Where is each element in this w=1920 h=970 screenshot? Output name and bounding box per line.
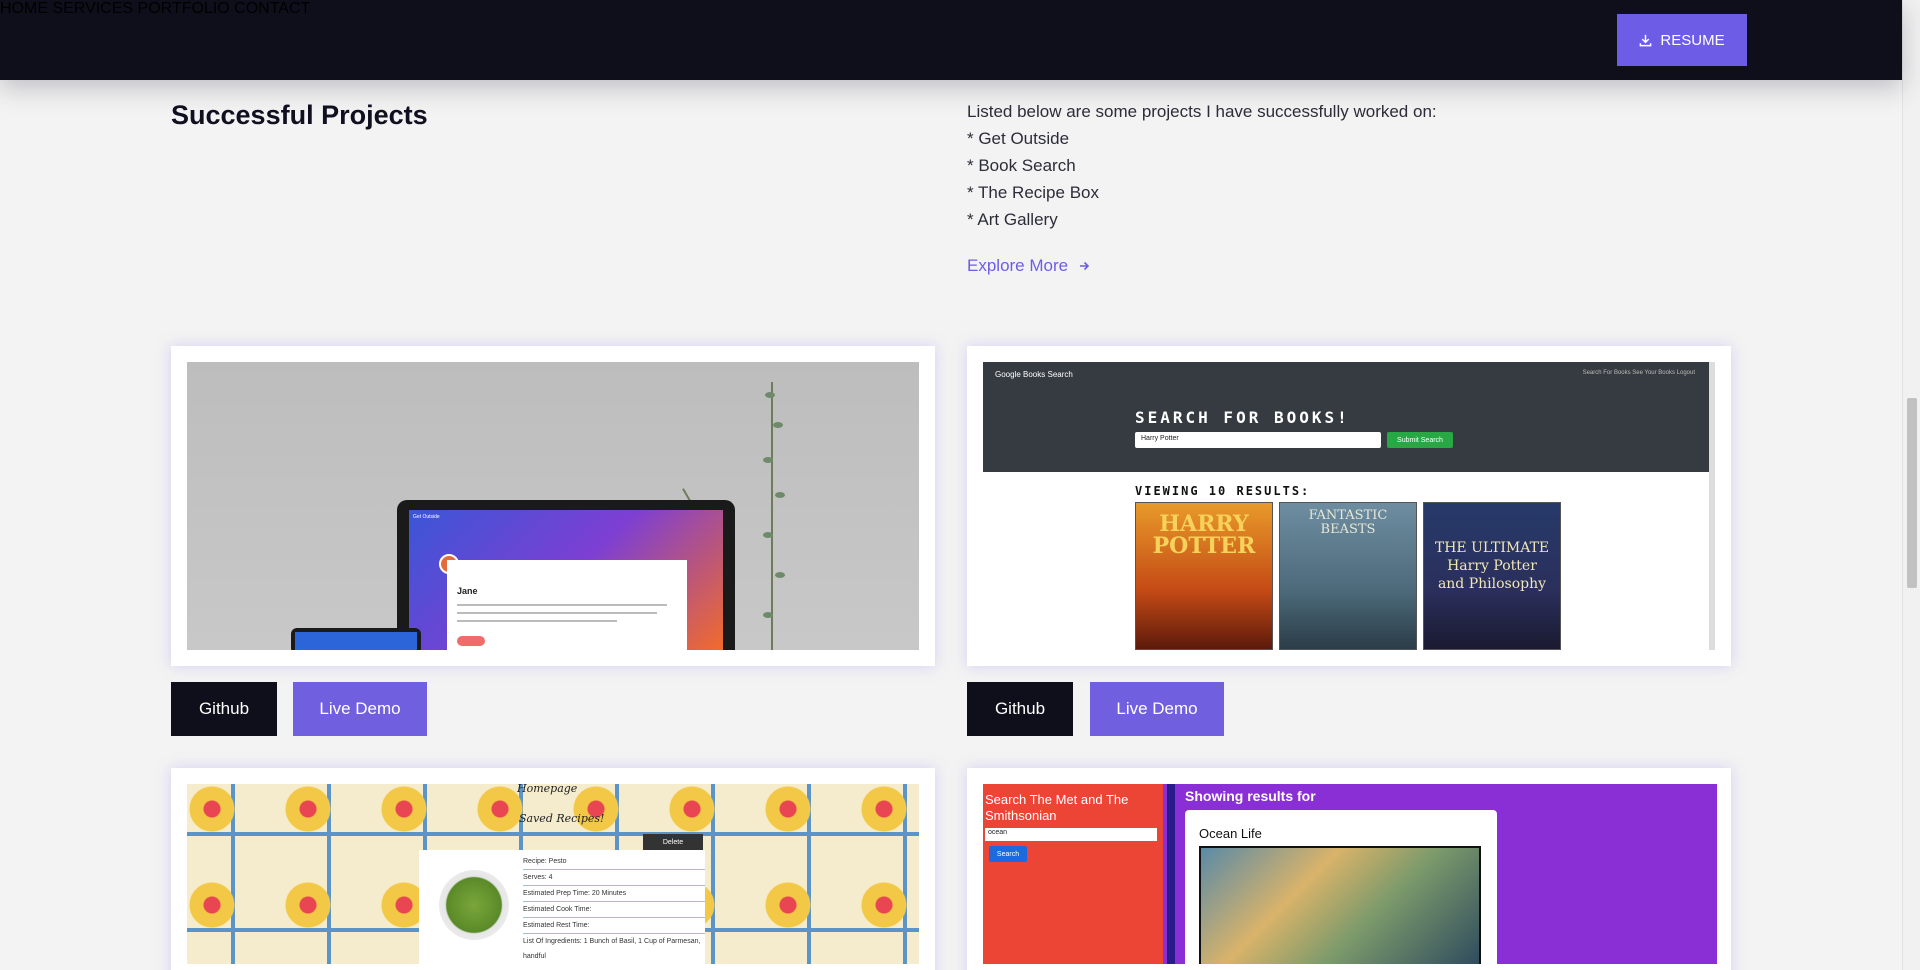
book-title: HARRY POTTER [1152,511,1256,559]
art-search-button: Search [989,846,1027,862]
post-card: Jane [447,560,687,650]
recipe-homepage-heading: Homepage [517,784,578,795]
books-title: SEARCH FOR BOOKS! [1135,408,1350,427]
top-navbar: HOME SERVICES PORTFOLIO CONTACT RESUME [0,0,1902,80]
books-submit-button: Submit Search [1387,432,1453,448]
book-cover: FANTASTIC BEASTS [1279,502,1417,650]
project-screenshot[interactable]: Homepage Saved Recipes! Delete Recipe: P… [187,784,919,964]
art-image [1199,846,1481,964]
books-search-input: Harry Potter [1135,432,1381,448]
project-item-2: * Book Search [967,156,1076,175]
recipe-line: List Of Ingredients: 1 Bunch of Basil, 1… [523,934,705,964]
intro-text: Listed below are some projects I have su… [967,98,1437,233]
plant-decoration [771,382,773,650]
leaf [765,392,775,398]
art-results-heading: Showing results for [1185,788,1316,804]
recipe-line: Estimated Rest Time: [523,918,705,934]
project-screenshot[interactable]: Google Books Search Search For Books See… [983,362,1715,650]
recipe-saved-heading: Saved Recipes! [519,812,605,825]
nav-services-link[interactable]: SERVICES [52,0,133,17]
live-demo-button[interactable]: Live Demo [1090,682,1224,736]
project-card-get-outside: Get Outside Jane [171,346,935,666]
project-item-4: * Art Gallery [967,210,1058,229]
sidebar-divider [1167,784,1175,964]
art-search-input: ocean [985,828,1157,841]
leaf [775,492,785,498]
art-card-title: Ocean Life [1199,826,1262,841]
books-brand: Google Books Search [995,370,1073,379]
github-button[interactable]: Github [967,682,1073,736]
nav-home-link[interactable]: HOME [0,0,48,17]
book-cover: HARRY POTTER [1135,502,1273,650]
nav-contact-link[interactable]: CONTACT [234,0,310,17]
recipe-line: Estimated Prep Time: 20 Minutes [523,886,705,902]
recipe-line: Serves: 4 [523,870,705,886]
post-button [457,636,485,646]
leaf [763,612,773,618]
art-sidebar-title: Search The Met and The Smithsonian [985,792,1129,823]
recipe-delete-button: Delete [643,834,703,850]
art-result-card: Ocean Life [1185,810,1497,964]
project-item-3: * The Recipe Box [967,183,1099,202]
leaf [763,532,773,538]
recipe-delete-label: Delete [662,838,684,846]
explore-more-label: Explore More [967,256,1069,275]
arrow-right-icon [1080,261,1090,271]
recipe-card: Recipe: Pesto Serves: 4 Estimated Prep T… [419,850,705,964]
art-sidebar: Search The Met and The Smithsonian ocean… [983,784,1163,964]
app-name: Get Outside [413,514,440,520]
resume-label: RESUME [1660,31,1725,49]
page-scrollbar[interactable] [1902,0,1920,970]
project-card-recipe-box: Homepage Saved Recipes! Delete Recipe: P… [171,768,935,970]
resume-button[interactable]: RESUME [1617,14,1747,66]
phone-mockup [291,628,421,650]
books-results-count: VIEWING 10 RESULTS: [1135,484,1311,498]
pesto-bowl-image [439,870,509,940]
leaf [763,457,773,463]
book-cover: THE ULTIMATE Harry Potter and Philosophy [1423,502,1561,650]
project-card-art-gallery: Search The Met and The Smithsonian ocean… [967,768,1731,970]
book-title: THE ULTIMATE Harry Potter and Philosophy [1434,540,1550,592]
books-header: Google Books Search Search For Books See… [983,362,1709,472]
intro-sentence: Listed below are some projects I have su… [967,102,1437,121]
leaf [773,422,783,428]
leaf [775,572,785,578]
project-item-1: * Get Outside [967,129,1070,148]
post-line [457,604,667,606]
live-demo-button[interactable]: Live Demo [293,682,427,736]
project-screenshot[interactable]: Get Outside Jane [187,362,919,650]
books-nav-links: Search For Books See Your Books Logout [1582,370,1695,376]
recipe-line: Estimated Cook Time: [523,902,705,918]
explore-more-link[interactable]: Explore More [967,256,1090,276]
download-icon [1640,34,1652,46]
recipe-line: Recipe: Pesto [523,854,705,870]
post-line [457,620,617,622]
post-line [457,612,657,614]
laptop-mockup: Get Outside Jane [397,500,735,650]
section-title: Successful Projects [171,100,428,130]
nav-portfolio-link[interactable]: PORTFOLIO [138,0,230,17]
project-card-book-search: Google Books Search Search For Books See… [967,346,1731,666]
post-user: Jane [457,586,478,596]
scroll-thumb[interactable] [1907,398,1917,588]
github-button[interactable]: Github [171,682,277,736]
project-screenshot[interactable]: Search The Met and The Smithsonian ocean… [983,784,1717,964]
book-title: FANTASTIC BEASTS [1308,508,1388,537]
